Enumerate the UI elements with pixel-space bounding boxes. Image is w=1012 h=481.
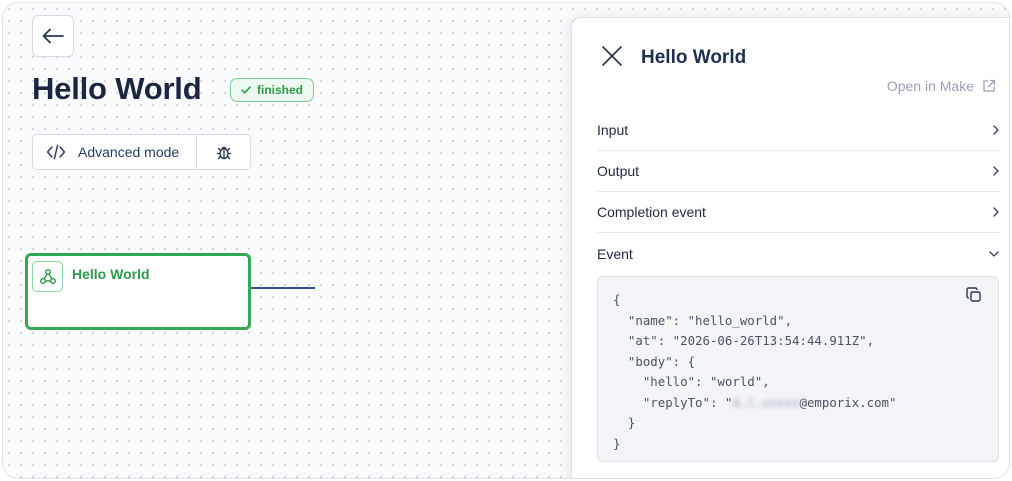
section-input[interactable]: Input: [597, 110, 1000, 151]
debug-button[interactable]: [197, 135, 250, 169]
event-json: { "name": "hello_world", "at": "2026-06-…: [613, 292, 897, 451]
section-label: Input: [597, 122, 629, 138]
section-output[interactable]: Output: [597, 151, 1000, 192]
advanced-mode-button[interactable]: Advanced mode: [33, 135, 197, 169]
webhook-icon: [32, 261, 63, 292]
chevron-down-icon: [989, 250, 999, 257]
scenario-canvas: Hello World finished Advanced mode Hello…: [2, 2, 1010, 479]
section-event[interactable]: Event: [597, 233, 1000, 274]
scenario-node[interactable]: Hello World: [25, 253, 251, 330]
back-button[interactable]: [32, 15, 74, 57]
panel-title: Hello World: [641, 47, 747, 68]
check-icon: [241, 86, 251, 94]
close-button[interactable]: [600, 44, 624, 68]
chevron-right-icon: [993, 166, 999, 176]
chevron-right-icon: [993, 207, 999, 217]
chevron-right-icon: [993, 125, 999, 135]
node-title: Hello World: [72, 266, 150, 282]
open-in-make-link[interactable]: Open in Make: [887, 78, 996, 94]
advanced-mode-label: Advanced mode: [78, 144, 180, 160]
section-completion-event[interactable]: Completion event: [597, 192, 1000, 233]
code-icon: [46, 144, 66, 160]
mode-toolbar: Advanced mode: [32, 134, 251, 170]
copy-icon: [966, 287, 981, 302]
section-label: Event: [597, 245, 633, 262]
status-label: finished: [257, 83, 304, 97]
copy-button[interactable]: [966, 287, 982, 308]
section-label: Completion event: [597, 204, 706, 220]
event-code-block: { "name": "hello_world", "at": "2026-06-…: [597, 276, 999, 462]
external-link-icon: [983, 79, 996, 92]
node-connector: [251, 287, 315, 289]
arrow-left-icon: [42, 28, 64, 44]
section-label: Output: [597, 163, 640, 179]
redacted-email-user: d.l.xxxxx: [732, 394, 800, 410]
page-title: Hello World: [32, 71, 202, 106]
details-panel: Hello World Open in Make Input Output Co…: [571, 17, 1009, 478]
status-badge: finished: [230, 78, 315, 102]
close-icon: [602, 46, 622, 66]
bug-icon: [216, 146, 231, 160]
open-in-make-label: Open in Make: [886, 78, 974, 94]
